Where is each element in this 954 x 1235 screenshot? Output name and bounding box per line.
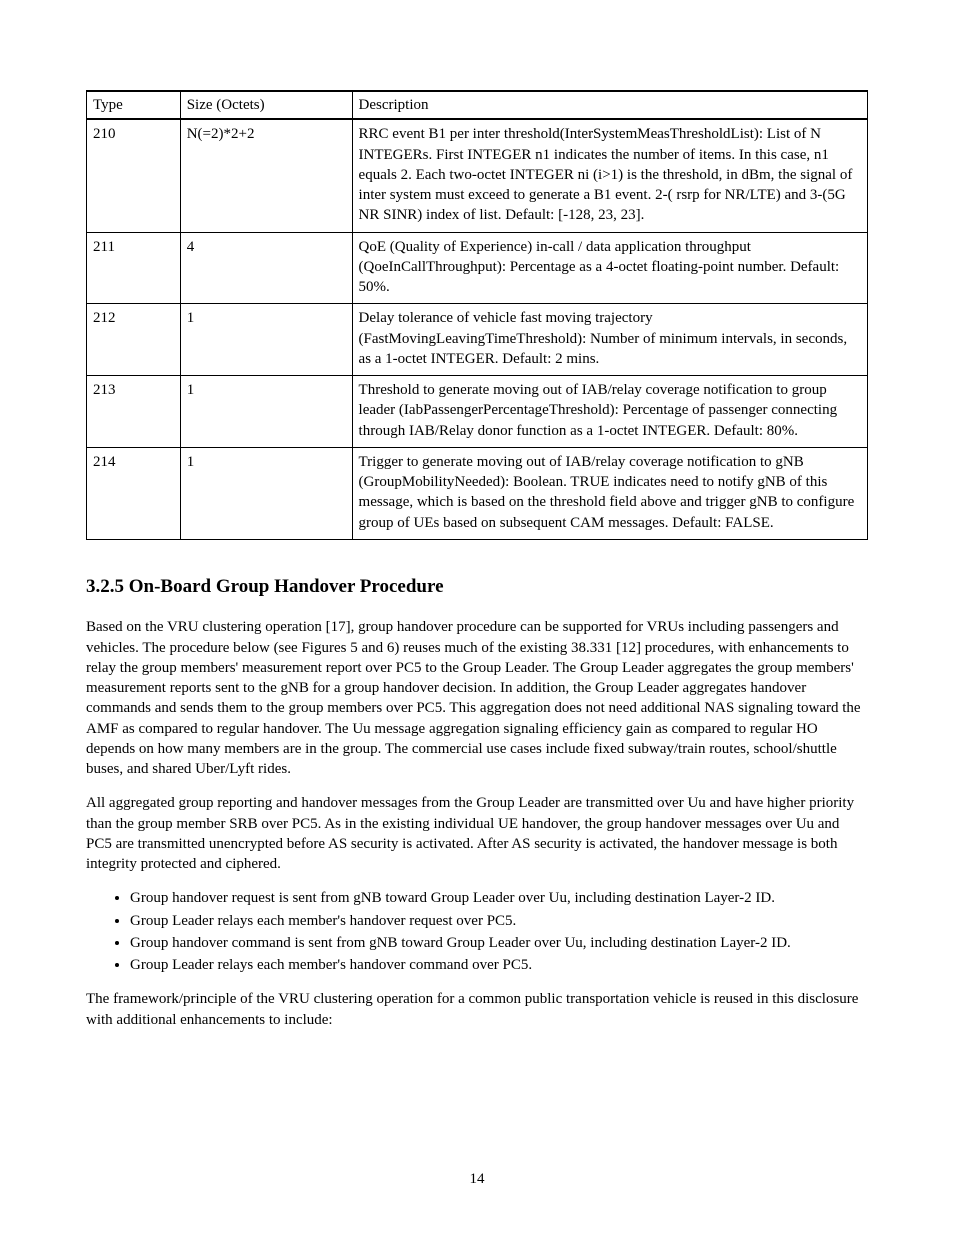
- cell-size: 4: [180, 232, 352, 304]
- cell-type: 210: [87, 119, 181, 232]
- col-size: Size (Octets): [180, 91, 352, 119]
- list-item: Group handover command is sent from gNB …: [130, 933, 868, 953]
- spec-table: Type Size (Octets) Description 210 N(=2)…: [86, 90, 868, 540]
- table-row: 213 1 Threshold to generate moving out o…: [87, 376, 868, 448]
- col-desc: Description: [352, 91, 867, 119]
- cell-type: 213: [87, 376, 181, 448]
- cell-size: 1: [180, 304, 352, 376]
- cell-size: 1: [180, 447, 352, 539]
- page-number: 14: [0, 1169, 954, 1189]
- table-row: 212 1 Delay tolerance of vehicle fast mo…: [87, 304, 868, 376]
- table-row: 211 4 QoE (Quality of Experience) in-cal…: [87, 232, 868, 304]
- cell-size: 1: [180, 376, 352, 448]
- body-paragraph: Based on the VRU clustering operation [1…: [86, 617, 868, 779]
- section-heading: 3.2.5 On-Board Group Handover Procedure: [86, 574, 868, 600]
- table-row: 210 N(=2)*2+2 RRC event B1 per inter thr…: [87, 119, 868, 232]
- cell-size: N(=2)*2+2: [180, 119, 352, 232]
- table-header-row: Type Size (Octets) Description: [87, 91, 868, 119]
- cell-type: 214: [87, 447, 181, 539]
- list-item: Group Leader relays each member's handov…: [130, 955, 868, 975]
- cell-desc: Trigger to generate moving out of IAB/re…: [352, 447, 867, 539]
- col-type: Type: [87, 91, 181, 119]
- cell-desc: Threshold to generate moving out of IAB/…: [352, 376, 867, 448]
- cell-type: 211: [87, 232, 181, 304]
- cell-type: 212: [87, 304, 181, 376]
- body-paragraph: The framework/principle of the VRU clust…: [86, 989, 868, 1030]
- cell-desc: RRC event B1 per inter threshold(InterSy…: [352, 119, 867, 232]
- list-item: Group Leader relays each member's handov…: [130, 911, 868, 931]
- cell-desc: Delay tolerance of vehicle fast moving t…: [352, 304, 867, 376]
- body-paragraph: All aggregated group reporting and hando…: [86, 793, 868, 874]
- list-item: Group handover request is sent from gNB …: [130, 888, 868, 908]
- body-list: Group handover request is sent from gNB …: [86, 888, 868, 975]
- table-row: 214 1 Trigger to generate moving out of …: [87, 447, 868, 539]
- cell-desc: QoE (Quality of Experience) in-call / da…: [352, 232, 867, 304]
